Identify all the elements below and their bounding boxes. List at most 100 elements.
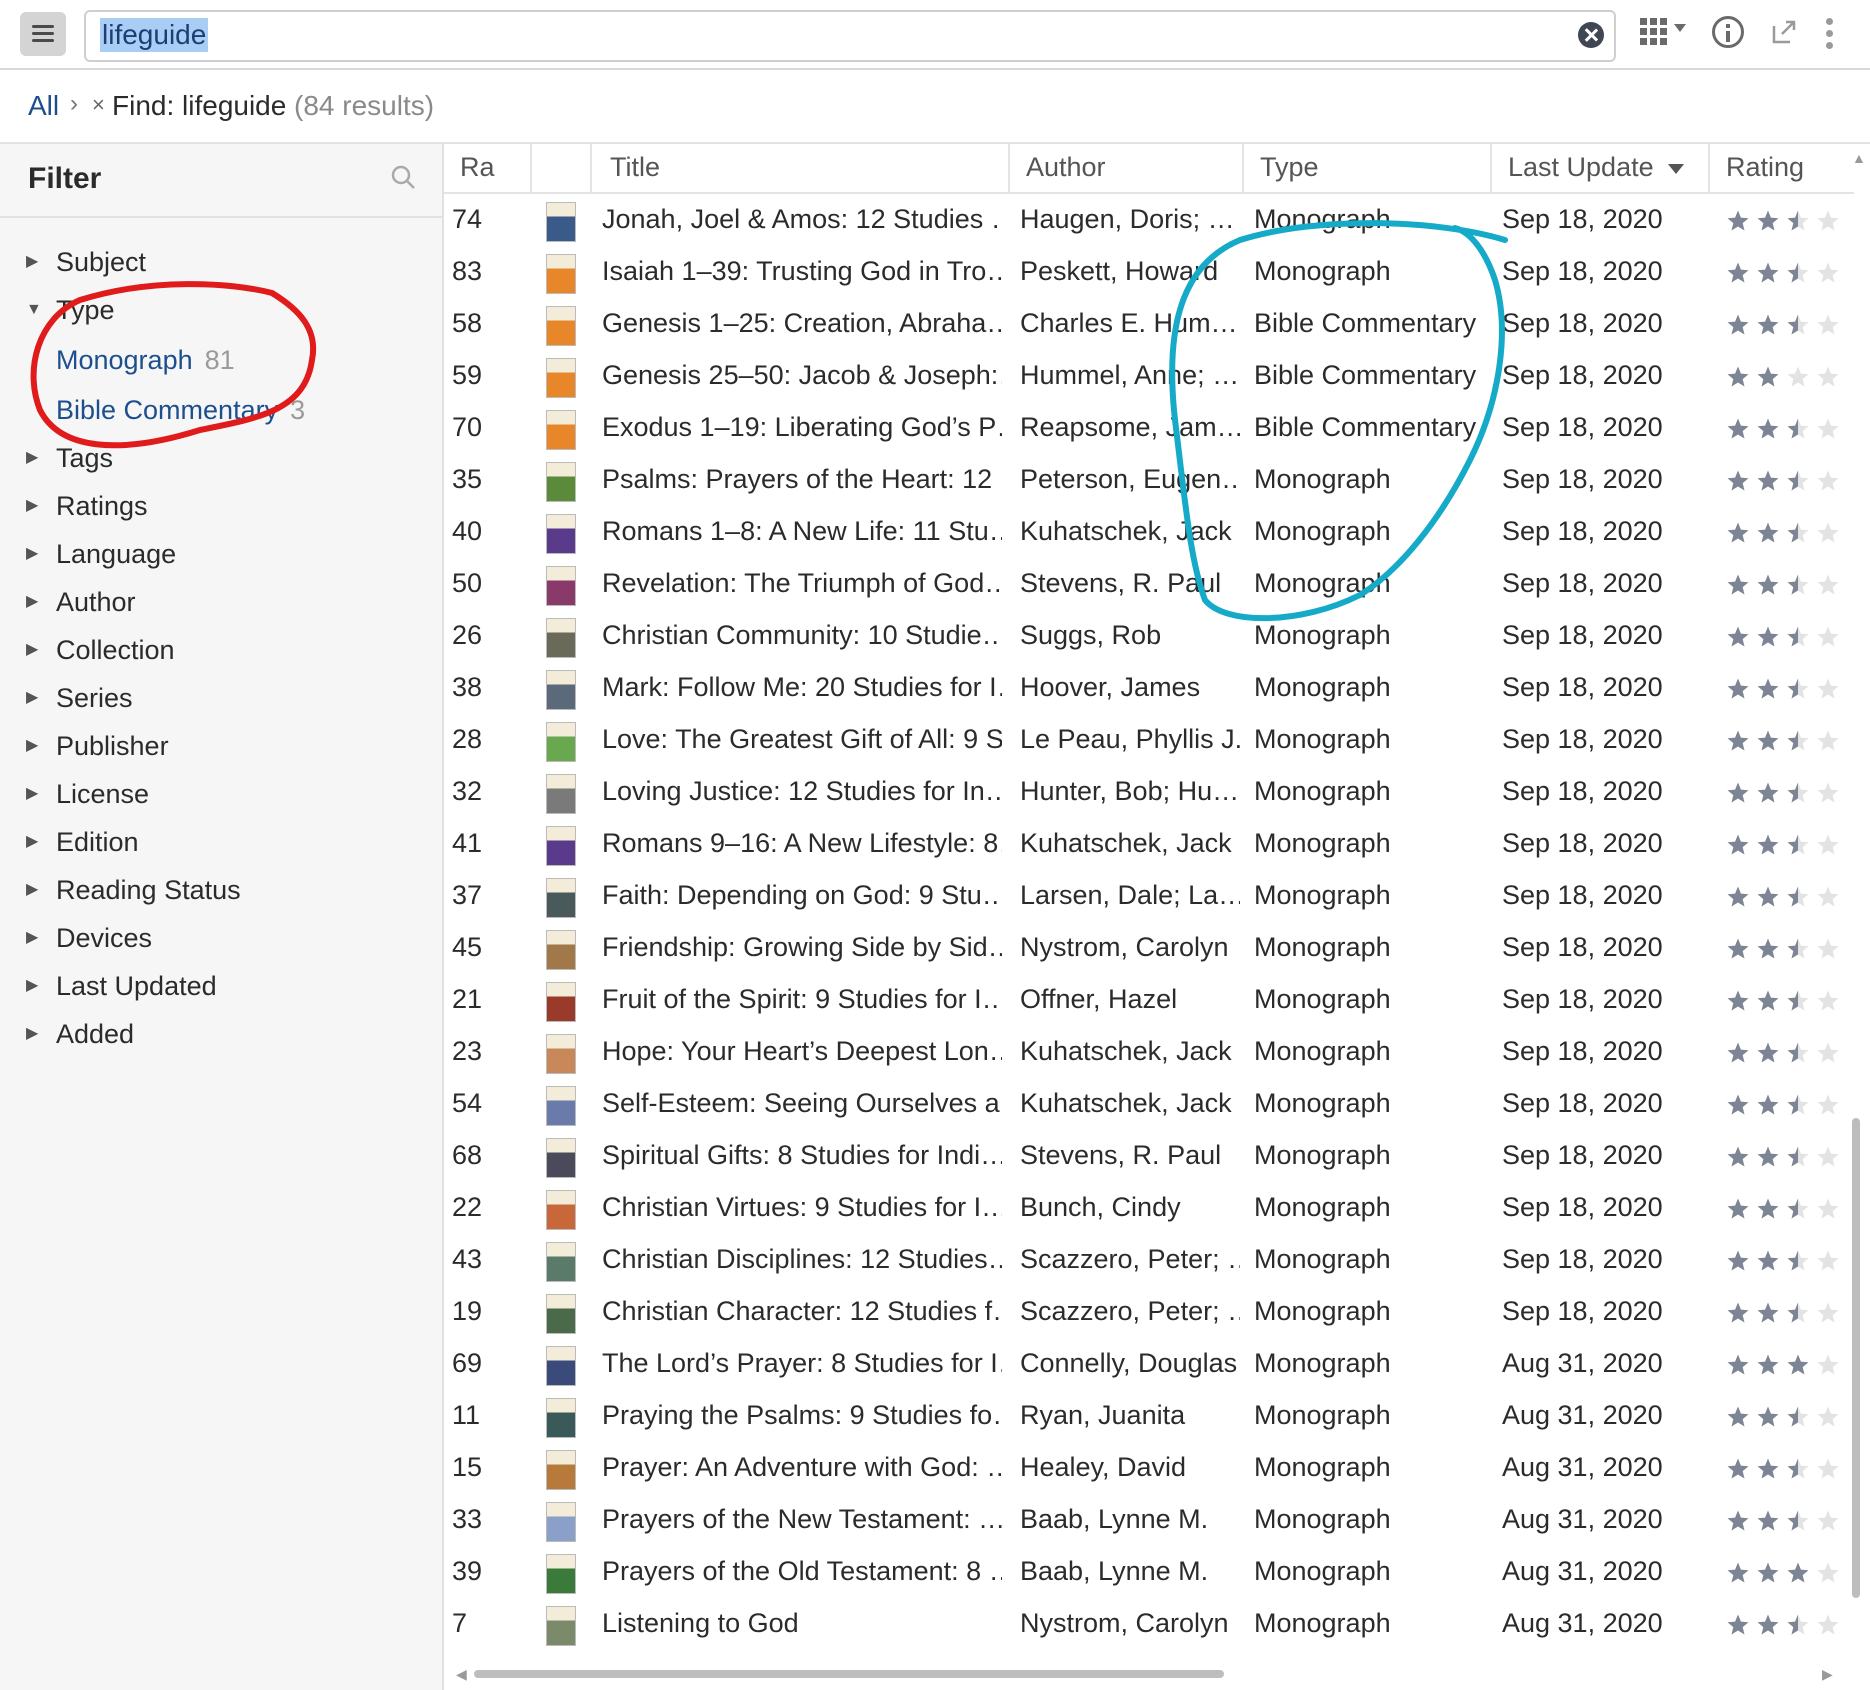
table-row[interactable]: 38 Mark: Follow Me: 20 Studies for I… Hoov… bbox=[444, 664, 1844, 716]
star-filled-icon[interactable] bbox=[1727, 262, 1749, 283]
star-filled-icon[interactable] bbox=[1757, 1198, 1779, 1219]
search-input[interactable]: lifeguide bbox=[100, 18, 209, 52]
star-rating[interactable] bbox=[1726, 310, 1846, 342]
star-filled-icon[interactable] bbox=[1727, 1042, 1749, 1063]
star-filled-icon[interactable] bbox=[1727, 1406, 1749, 1427]
star-filled-icon[interactable] bbox=[1757, 990, 1779, 1011]
star-filled-icon[interactable] bbox=[1787, 1198, 1809, 1219]
star-filled-icon[interactable] bbox=[1787, 886, 1809, 907]
star-filled-icon[interactable] bbox=[1787, 1042, 1809, 1063]
star-filled-icon[interactable] bbox=[1727, 1250, 1749, 1271]
star-filled-icon[interactable] bbox=[1757, 834, 1779, 855]
star-filled-icon[interactable] bbox=[1757, 262, 1779, 283]
search-box[interactable]: lifeguide bbox=[84, 10, 1616, 62]
star-filled-icon[interactable] bbox=[1757, 1094, 1779, 1115]
star-filled-icon[interactable] bbox=[1787, 1614, 1809, 1635]
filter-section-series[interactable]: ▶ Series bbox=[0, 678, 440, 718]
star-filled-icon[interactable] bbox=[1727, 626, 1749, 647]
star-filled-icon[interactable] bbox=[1727, 470, 1749, 491]
star-filled-icon[interactable] bbox=[1727, 418, 1749, 439]
star-rating[interactable] bbox=[1726, 1558, 1846, 1590]
view-grid-icon[interactable] bbox=[1640, 14, 1692, 54]
star-filled-icon[interactable] bbox=[1757, 522, 1779, 543]
star-rating[interactable] bbox=[1726, 1402, 1846, 1434]
star-filled-icon[interactable] bbox=[1787, 938, 1809, 959]
clear-search-icon[interactable] bbox=[1578, 22, 1604, 48]
star-filled-icon[interactable] bbox=[1757, 314, 1779, 335]
scroll-right-icon[interactable]: ▶ bbox=[1822, 1666, 1833, 1683]
filter-section-type[interactable]: ▼ Type bbox=[0, 290, 440, 330]
star-filled-icon[interactable] bbox=[1787, 470, 1809, 491]
table-row[interactable]: 21 Fruit of the Spirit: 9 Studies for I… O… bbox=[444, 976, 1844, 1028]
filter-option-bible-commentary[interactable]: Bible Commentary 3 bbox=[56, 390, 305, 430]
star-filled-icon[interactable] bbox=[1727, 1614, 1749, 1635]
star-empty-icon[interactable] bbox=[1817, 1302, 1839, 1323]
star-filled-icon[interactable] bbox=[1757, 730, 1779, 751]
star-empty-icon[interactable] bbox=[1817, 262, 1839, 283]
star-filled-icon[interactable] bbox=[1757, 626, 1779, 647]
star-empty-icon[interactable] bbox=[1817, 938, 1839, 959]
star-rating[interactable] bbox=[1726, 414, 1846, 446]
table-row[interactable]: 40 Romans 1–8: A New Life: 11 Stu… Kuhatsc… bbox=[444, 508, 1844, 560]
star-filled-icon[interactable] bbox=[1787, 418, 1809, 439]
chevron-right-icon[interactable]: ▶ bbox=[26, 966, 38, 1006]
column-header-rank[interactable]: Ra bbox=[460, 152, 495, 183]
table-row[interactable]: 28 Love: The Greatest Gift of All: 9 S… Le… bbox=[444, 716, 1844, 768]
table-row[interactable]: 35 Psalms: Prayers of the Heart: 12 … Pete… bbox=[444, 456, 1844, 508]
star-filled-icon[interactable] bbox=[1757, 1354, 1779, 1375]
star-rating[interactable] bbox=[1726, 1142, 1846, 1174]
column-header-last-update[interactable]: Last Update bbox=[1508, 152, 1684, 183]
chevron-right-icon[interactable]: ▶ bbox=[26, 918, 38, 958]
star-filled-icon[interactable] bbox=[1727, 990, 1749, 1011]
star-rating[interactable] bbox=[1726, 570, 1846, 602]
star-filled-icon[interactable] bbox=[1727, 782, 1749, 803]
chevron-right-icon[interactable]: ▶ bbox=[26, 438, 38, 478]
filter-section-devices[interactable]: ▶ Devices bbox=[0, 918, 440, 958]
filter-section-ratings[interactable]: ▶ Ratings bbox=[0, 486, 440, 526]
star-empty-icon[interactable] bbox=[1817, 1250, 1839, 1271]
star-filled-icon[interactable] bbox=[1727, 938, 1749, 959]
star-empty-icon[interactable] bbox=[1817, 1198, 1839, 1219]
star-rating[interactable] bbox=[1726, 1298, 1846, 1330]
table-row[interactable]: 74 Jonah, Joel & Amos: 12 Studies … Haugen… bbox=[444, 196, 1844, 248]
star-rating[interactable] bbox=[1726, 830, 1846, 862]
star-filled-icon[interactable] bbox=[1757, 210, 1779, 231]
star-empty-icon[interactable] bbox=[1817, 678, 1839, 699]
table-row[interactable]: 54 Self-Esteem: Seeing Ourselves a… Kuhats… bbox=[444, 1080, 1844, 1132]
star-filled-icon[interactable] bbox=[1727, 522, 1749, 543]
table-row[interactable]: 32 Loving Justice: 12 Studies for In… Hunt… bbox=[444, 768, 1844, 820]
chevron-right-icon[interactable]: ▶ bbox=[26, 1014, 38, 1054]
star-filled-icon[interactable] bbox=[1787, 1094, 1809, 1115]
star-filled-icon[interactable] bbox=[1727, 1562, 1749, 1583]
star-filled-icon[interactable] bbox=[1787, 834, 1809, 855]
filter-section-edition[interactable]: ▶ Edition bbox=[0, 822, 440, 862]
star-rating[interactable] bbox=[1726, 882, 1846, 914]
chevron-right-icon[interactable]: ▶ bbox=[26, 582, 38, 622]
star-rating[interactable] bbox=[1726, 1506, 1846, 1538]
chevron-right-icon[interactable]: ▶ bbox=[26, 678, 38, 718]
table-row[interactable]: 50 Revelation: The Triumph of God… Stevens… bbox=[444, 560, 1844, 612]
chevron-right-icon[interactable]: ▶ bbox=[26, 774, 38, 814]
vertical-scroll-thumb[interactable] bbox=[1852, 1118, 1860, 1598]
remove-filter-icon[interactable]: × bbox=[92, 92, 105, 118]
chevron-right-icon[interactable]: ▶ bbox=[26, 486, 38, 526]
star-filled-icon[interactable] bbox=[1787, 1562, 1809, 1583]
star-filled-icon[interactable] bbox=[1757, 470, 1779, 491]
star-rating[interactable] bbox=[1726, 1194, 1846, 1226]
chevron-right-icon[interactable]: ▶ bbox=[26, 242, 38, 282]
star-filled-icon[interactable] bbox=[1757, 418, 1779, 439]
star-filled-icon[interactable] bbox=[1787, 1302, 1809, 1323]
star-filled-icon[interactable] bbox=[1787, 678, 1809, 699]
popout-icon[interactable] bbox=[1770, 18, 1798, 46]
star-empty-icon[interactable] bbox=[1817, 1146, 1839, 1167]
star-filled-icon[interactable] bbox=[1727, 678, 1749, 699]
star-filled-icon[interactable] bbox=[1757, 366, 1779, 387]
star-empty-icon[interactable] bbox=[1817, 834, 1839, 855]
star-filled-icon[interactable] bbox=[1787, 626, 1809, 647]
star-filled-icon[interactable] bbox=[1727, 1146, 1749, 1167]
column-header-rating[interactable]: Rating bbox=[1726, 152, 1804, 183]
star-filled-icon[interactable] bbox=[1787, 1406, 1809, 1427]
star-filled-icon[interactable] bbox=[1727, 1094, 1749, 1115]
star-filled-icon[interactable] bbox=[1787, 1458, 1809, 1479]
star-filled-icon[interactable] bbox=[1757, 1146, 1779, 1167]
